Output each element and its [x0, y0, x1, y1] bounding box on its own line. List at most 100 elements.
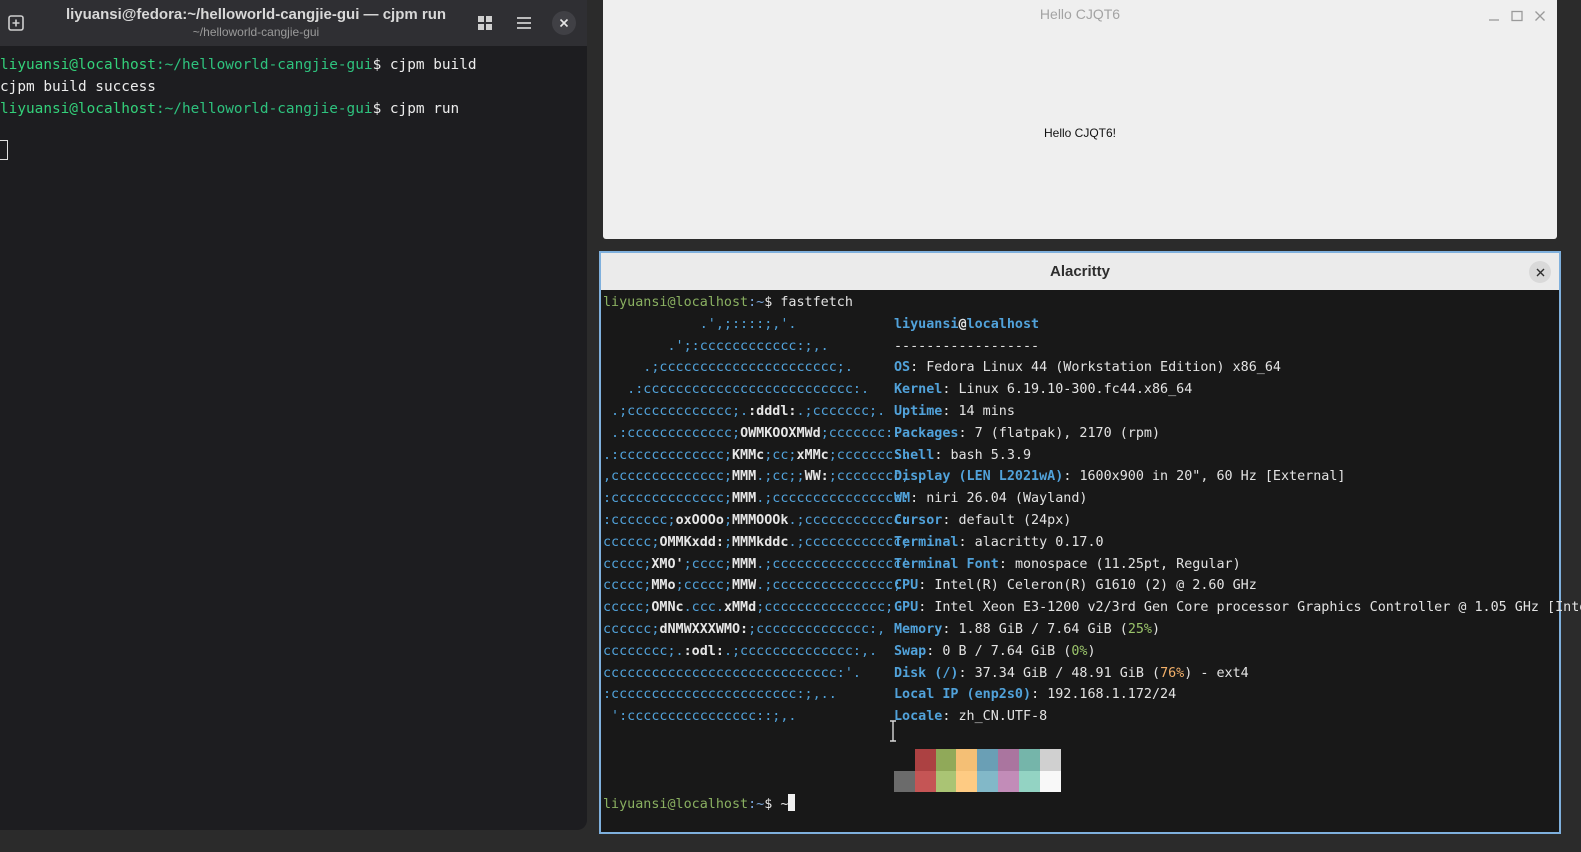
terminal-cursor: [0, 140, 8, 160]
palette-swatch: [894, 770, 915, 792]
info-value: 7 (flatpak), 2170 (rpm): [974, 425, 1161, 441]
info-key: Uptime: [894, 404, 943, 419]
info-value: 37.34 GiB / 48.91 GiB (: [974, 665, 1161, 681]
palette-swatch: [1018, 749, 1040, 771]
logo-line: ccccc;MMo;ccccc;MMW.;ccccccccccccccc;: [603, 578, 902, 594]
hello-label: Hello CJQT6!: [1043, 126, 1117, 140]
close-icon[interactable]: [552, 11, 576, 35]
palette-swatch: [894, 749, 915, 771]
info-percent: 0%: [1071, 643, 1088, 659]
gnome-terminal-output[interactable]: liyuansi@localhost:~/helloworld-cangjie-…: [0, 54, 587, 120]
final-prompt-line[interactable]: liyuansi@localhost:~$ ~: [603, 794, 796, 816]
logo-line: cccccc;OMMKxdd:;MMMkddc.;cccccccccccc;: [603, 534, 910, 550]
separator-line: ------------------: [894, 338, 1040, 354]
info-value: 192.168.1.172/24: [1047, 687, 1177, 703]
info-row: Packages: 7 (flatpak), 2170 (rpm): [894, 425, 1161, 441]
logo-line: ccccc;XMO';cccc;MMM.;cccccccccccccccc': [603, 556, 910, 572]
minimize-icon[interactable]: [1487, 8, 1501, 22]
menu-icon[interactable]: [512, 11, 536, 35]
close-icon[interactable]: [1529, 261, 1551, 283]
palette-swatch: [914, 770, 936, 792]
info-key: Packages: [894, 425, 959, 441]
info-row: Disk (/): 37.34 GiB / 48.91 GiB (76%) - …: [894, 665, 1249, 681]
info-key: Terminal Font: [894, 556, 999, 572]
info-row: WM: niri 26.04 (Wayland): [894, 491, 1088, 507]
palette-swatch: [1039, 770, 1061, 792]
grid-icon[interactable]: [473, 11, 497, 35]
prompt-line: liyuansi@localhost:~$ fastfetch: [603, 295, 853, 310]
info-value: Intel(R) Celeron(R) G1610 (2) @ 2.60 GHz: [934, 578, 1257, 594]
info-key: Disk (/): [894, 665, 959, 681]
logo-line: ccccc;OMNc.ccc.xMMd;ccccccccccccccc;: [603, 600, 894, 616]
info-value: zh_CN.UTF-8: [958, 709, 1048, 725]
info-key: Display (LEN L2021wA): [894, 469, 1064, 485]
terminal-line: liyuansi@localhost:~/helloworld-cangjie-…: [0, 101, 460, 117]
info-key: OS: [894, 360, 911, 376]
qt-app-window[interactable]: Hello CJQT6 Hello CJQT6!: [603, 0, 1557, 239]
gnome-terminal-subtitle: ~/helloworld-cangjie-gui: [192, 25, 320, 39]
info-value: 1.88 GiB / 7.64 GiB (: [958, 622, 1128, 637]
logo-line: .:ccccccccccccc;OWMKOOXMWd;ccccccc:.: [603, 425, 902, 441]
info-value: bash 5.3.9: [950, 447, 1032, 463]
terminal-line: liyuansi@localhost:~/helloworld-cangjie-…: [0, 57, 477, 73]
gnome-terminal-headerbar[interactable]: liyuansi@fedora:~/helloworld-cangjie-gui…: [0, 0, 587, 46]
info-value: default (24px): [958, 513, 1072, 528]
palette-swatch: [935, 770, 957, 792]
logo-line: .';:cccccccccccc:;,.: [603, 338, 829, 354]
info-key: CPU: [894, 578, 919, 594]
logo-line: .:cccccccccccccccccccccccccc:.: [603, 382, 870, 398]
info-row: Cursor: default (24px): [894, 513, 1072, 528]
info-key: Shell: [894, 447, 935, 463]
gnome-terminal-window[interactable]: liyuansi@fedora:~/helloworld-cangjie-gui…: [0, 0, 587, 830]
terminal-line: cjpm build success: [0, 79, 156, 95]
info-key: Kernel: [894, 382, 943, 398]
qt-window-title: Hello CJQT6: [1039, 6, 1121, 22]
close-icon[interactable]: [1533, 8, 1547, 22]
info-value: Linux 6.19.10-300.fc44.x86_64: [958, 382, 1193, 398]
alacritty-titlebar[interactable]: Alacritty: [601, 253, 1559, 290]
palette-swatch: [1018, 770, 1040, 792]
info-key: Locale: [894, 709, 943, 725]
logo-line: cccccc;dNMWXXXWMO:;cccccccccccccc:,: [603, 622, 886, 637]
alacritty-output[interactable]: liyuansi@localhost:~$ fastfetch .',;::::…: [601, 290, 1581, 832]
info-percent: 76%: [1160, 665, 1185, 681]
info-row: Shell: bash 5.3.9: [894, 447, 1032, 463]
maximize-icon[interactable]: [1510, 8, 1524, 22]
info-row: Local IP (enp2s0): 192.168.1.172/24: [894, 687, 1177, 703]
info-row: Memory: 1.88 GiB / 7.64 GiB (25%): [894, 622, 1161, 637]
info-value: 14 mins: [958, 404, 1015, 419]
info-row: CPU: Intel(R) Celeron(R) G1610 (2) @ 2.6…: [894, 578, 1257, 594]
alacritty-title: Alacritty: [1049, 263, 1111, 280]
info-key: GPU: [894, 600, 919, 616]
logo-line: cccccccc;.:odl:.;cccccccccccccc:,.: [603, 643, 878, 659]
info-value: Intel Xeon E3-1200 v2/3rd Gen Core proce…: [934, 600, 1581, 616]
info-row: Locale: zh_CN.UTF-8: [894, 709, 1048, 725]
terminal-cursor: [788, 794, 796, 811]
palette-swatch: [998, 749, 1019, 771]
info-row: Swap: 0 B / 7.64 GiB (0%): [894, 643, 1096, 659]
logo-line: :ccccccc;oxOOOo;MMMOOOk.;cccccccccccc:: [603, 513, 910, 528]
info-row: Uptime: 14 mins: [894, 404, 1015, 419]
alacritty-window[interactable]: Alacritty liyuansi@localhost:~$ fastfetc…: [599, 251, 1581, 834]
palette-swatch: [998, 770, 1019, 792]
info-row: Kernel: Linux 6.19.10-300.fc44.x86_64: [894, 382, 1193, 398]
palette-swatch: [935, 749, 957, 771]
palette-swatch: [977, 770, 999, 792]
info-key: WM: [894, 491, 911, 507]
info-key: Local IP (enp2s0): [894, 687, 1032, 703]
logo-line: ':cccccccccccccccc::;,.: [603, 709, 797, 725]
info-tail: ): [1152, 622, 1161, 637]
info-value: niri 26.04 (Wayland): [926, 491, 1088, 507]
logo-line: .;ccccccccccccc;.:dddl:.;ccccccc;.: [603, 404, 886, 419]
palette-swatch: [977, 749, 999, 771]
info-value: alacritty 0.17.0: [974, 534, 1104, 550]
logo-line: ccccccccccccccccccccccccccccc:'.: [603, 665, 861, 681]
logo-line: :ccccccccccccccccccccccc:;,..: [603, 687, 837, 703]
info-value: monospace (11.25pt, Regular): [1014, 556, 1241, 572]
logo-line: ,cccccccccccccc;MMM.;cc;;WW:;cccccccc,: [603, 469, 910, 485]
info-row: Terminal Font: monospace (11.25pt, Regul…: [894, 556, 1241, 572]
gnome-terminal-title: liyuansi@fedora:~/helloworld-cangjie-gui…: [65, 6, 447, 23]
info-row: GPU: Intel Xeon E3-1200 v2/3rd Gen Core …: [894, 597, 1581, 619]
info-key: Terminal: [894, 534, 959, 550]
palette-swatch: [914, 749, 936, 771]
